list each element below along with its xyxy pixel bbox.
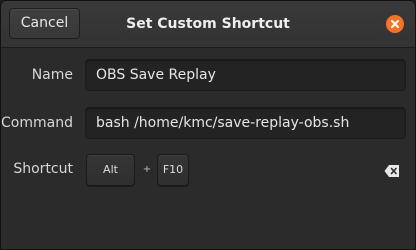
close-icon bbox=[391, 20, 399, 28]
name-field[interactable]: OBS Save Replay bbox=[85, 59, 406, 91]
shortcut-key-alt[interactable]: Alt bbox=[86, 154, 135, 186]
form-area: Name OBS Save Replay Command bash /home/… bbox=[1, 48, 415, 249]
close-button[interactable] bbox=[386, 15, 404, 33]
header-bar: Cancel Set Custom Shortcut bbox=[1, 1, 415, 48]
command-label: Command bbox=[1, 115, 73, 131]
clear-shortcut-button[interactable] bbox=[384, 163, 400, 177]
command-field[interactable]: bash /home/kmc/save-replay-obs.sh bbox=[85, 107, 406, 139]
shortcut-separator: + bbox=[142, 164, 152, 175]
backspace-clear-icon bbox=[384, 165, 399, 177]
dialog-title: Set Custom Shortcut bbox=[126, 16, 290, 32]
shortcut-label: Shortcut bbox=[13, 161, 73, 177]
name-label: Name bbox=[31, 67, 73, 83]
dialog-window: Cancel Set Custom Shortcut Name OBS Save… bbox=[0, 0, 416, 250]
shortcut-key-f10[interactable]: F10 bbox=[157, 154, 189, 186]
